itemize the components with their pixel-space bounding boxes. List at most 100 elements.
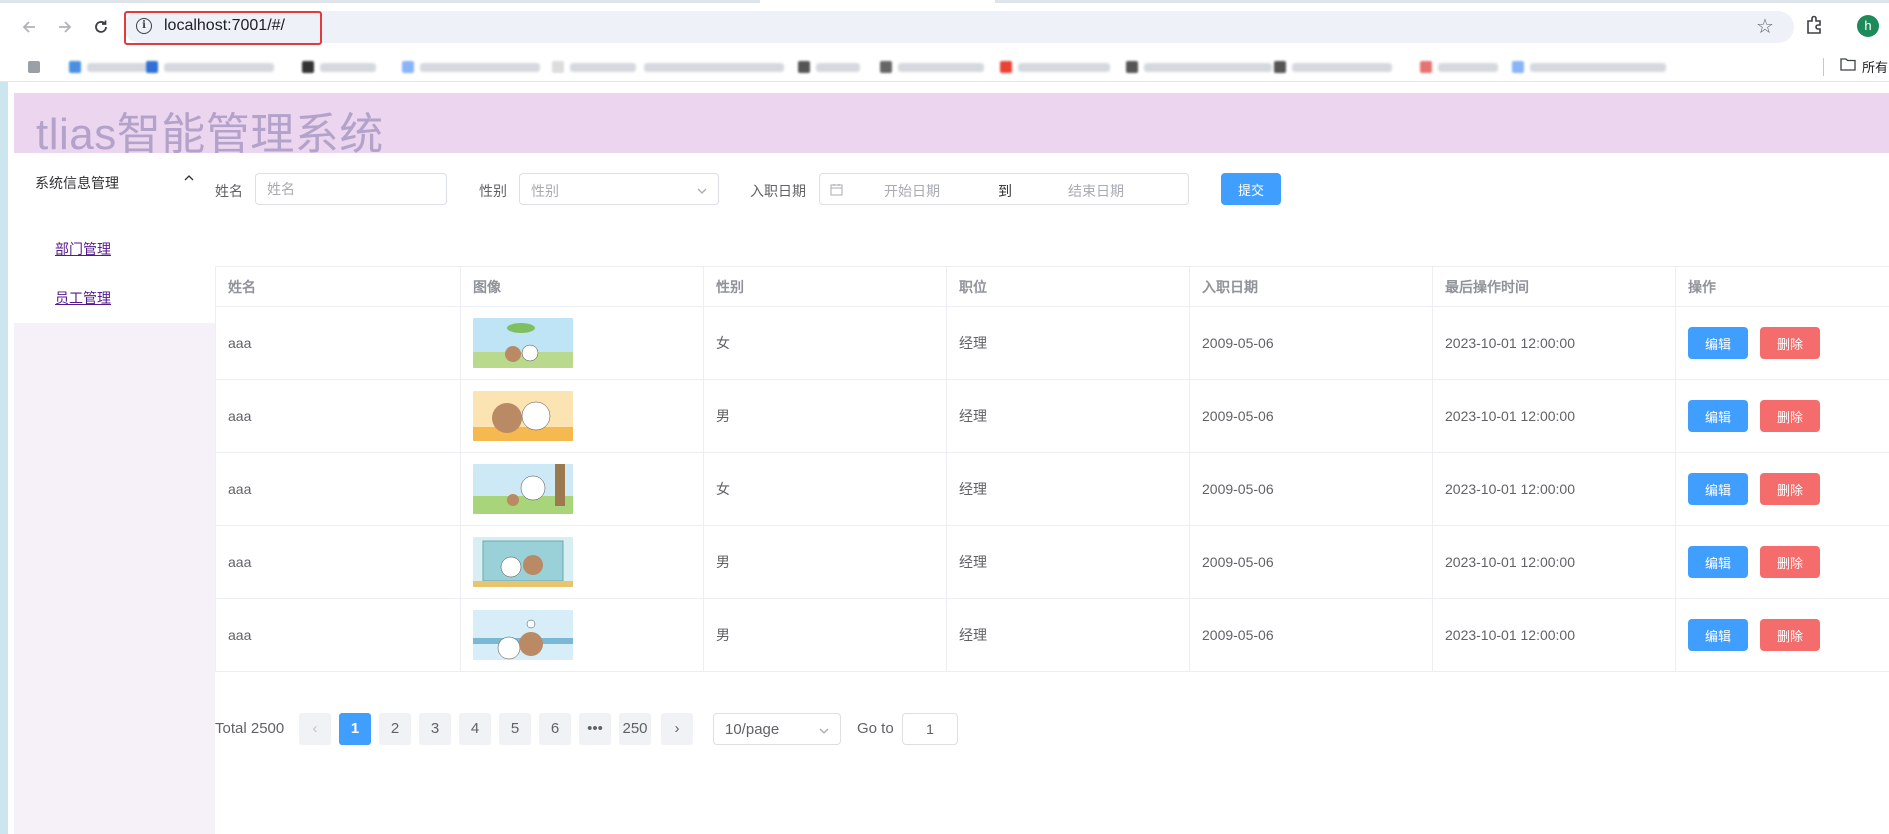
submit-button[interactable]: 提交	[1221, 173, 1281, 205]
cell-actions: 编辑 删除	[1675, 452, 1889, 526]
bookmark-item[interactable]	[69, 61, 147, 73]
page-size-select[interactable]: 10/page	[713, 713, 841, 745]
submenu-title[interactable]: 系统信息管理	[35, 173, 119, 193]
page-size-value: 10/page	[725, 721, 780, 738]
url-text[interactable]: localhost:7001/#/	[164, 17, 285, 35]
cell-job: 经理	[946, 306, 1190, 380]
table-row: aaa 男 经理 2009-05-06 2023-10-01 12:00:00 …	[215, 598, 1889, 672]
sidebar-item-dept[interactable]: 部门管理	[55, 239, 111, 259]
forward-icon[interactable]	[52, 14, 78, 40]
cell-actions: 编辑 删除	[1675, 306, 1889, 380]
cell-update-time: 2023-10-01 12:00:00	[1432, 525, 1676, 599]
cell-image	[460, 525, 704, 599]
table-row: aaa 男 经理 2009-05-06 2023-10-01 12:00:00 …	[215, 379, 1889, 453]
edit-button[interactable]: 编辑	[1688, 473, 1748, 505]
folder-icon[interactable]	[1840, 57, 1856, 71]
chevron-up-icon[interactable]	[182, 171, 196, 185]
cell-update-time: 2023-10-01 12:00:00	[1432, 452, 1676, 526]
name-field[interactable]	[255, 173, 447, 205]
bookmark-item[interactable]	[1126, 61, 1272, 73]
cell-image	[460, 452, 704, 526]
column-header-gender: 性别	[703, 266, 947, 307]
table-row: aaa 男 经理 2009-05-06 2023-10-01 12:00:00 …	[215, 525, 1889, 599]
page-button[interactable]: 250	[619, 713, 651, 745]
delete-button[interactable]: 删除	[1760, 400, 1820, 432]
cell-name: aaa	[215, 598, 461, 672]
more-pages-button[interactable]: •••	[579, 713, 611, 745]
edit-button[interactable]: 编辑	[1688, 619, 1748, 651]
page-button[interactable]: 6	[539, 713, 571, 745]
edit-button[interactable]: 编辑	[1688, 400, 1748, 432]
bookmarks-divider	[1823, 58, 1824, 76]
cell-update-time: 2023-10-01 12:00:00	[1432, 306, 1676, 380]
page-button[interactable]: 4	[459, 713, 491, 745]
prev-page-button[interactable]: ‹	[299, 713, 331, 745]
end-date-input[interactable]: 结束日期	[1068, 181, 1124, 201]
bookmark-item[interactable]	[28, 61, 40, 73]
cell-job: 经理	[946, 525, 1190, 599]
avatar-thumbnail	[473, 318, 573, 368]
date-range-picker[interactable]: 开始日期 到 结束日期	[819, 173, 1189, 205]
cell-actions: 编辑 删除	[1675, 525, 1889, 599]
all-bookmarks-label[interactable]: 所有	[1862, 57, 1888, 76]
bookmark-item[interactable]	[1000, 61, 1110, 73]
bookmark-item[interactable]	[880, 61, 984, 73]
site-info-icon[interactable]: i	[136, 18, 152, 34]
page-button[interactable]: 5	[499, 713, 531, 745]
entry-date-label: 入职日期	[750, 183, 806, 199]
cell-actions: 编辑 删除	[1675, 379, 1889, 453]
cell-name: aaa	[215, 525, 461, 599]
cell-name: aaa	[215, 306, 461, 380]
gender-label: 性别	[479, 183, 507, 199]
sidebar-item-emp[interactable]: 员工管理	[55, 288, 111, 308]
start-date-input[interactable]: 开始日期	[884, 181, 940, 201]
delete-button[interactable]: 删除	[1760, 546, 1820, 578]
cell-entry-date: 2009-05-06	[1189, 598, 1433, 672]
reload-icon[interactable]	[88, 14, 114, 40]
gender-select[interactable]: 性别	[519, 173, 719, 205]
delete-button[interactable]: 删除	[1760, 327, 1820, 359]
edit-button[interactable]: 编辑	[1688, 327, 1748, 359]
extensions-icon[interactable]	[1804, 14, 1826, 36]
bookmark-item[interactable]	[644, 61, 784, 73]
cell-image	[460, 306, 704, 380]
goto-label: Go to	[857, 720, 894, 737]
goto-page-input[interactable]: 1	[902, 713, 958, 745]
column-header-name: 姓名	[215, 266, 461, 307]
column-header-image: 图像	[460, 266, 704, 307]
delete-button[interactable]: 删除	[1760, 619, 1820, 651]
column-header-entry-date: 入职日期	[1189, 266, 1433, 307]
bookmark-item[interactable]	[146, 61, 274, 73]
bookmark-item[interactable]	[1274, 61, 1392, 73]
page-button[interactable]: 1	[339, 713, 371, 745]
next-page-button[interactable]: ›	[661, 713, 693, 745]
edit-button[interactable]: 编辑	[1688, 546, 1748, 578]
bookmark-star-icon[interactable]: ☆	[1756, 14, 1774, 39]
column-header-actions: 操作	[1675, 266, 1889, 307]
bookmark-item[interactable]	[552, 61, 636, 73]
bookmark-item[interactable]	[798, 61, 860, 73]
page-button[interactable]: 3	[419, 713, 451, 745]
chevron-down-icon	[696, 184, 708, 196]
page-button[interactable]: 2	[379, 713, 411, 745]
cell-job: 经理	[946, 598, 1190, 672]
column-header-job: 职位	[946, 266, 1190, 307]
gender-placeholder: 性别	[531, 183, 559, 199]
browser-toolbar: i localhost:7001/#/ ☆ h	[0, 0, 1889, 52]
back-icon[interactable]	[16, 14, 42, 40]
sidebar-menu: 系统信息管理 部门管理 员工管理	[14, 153, 215, 323]
bookmark-item[interactable]	[1512, 61, 1666, 73]
profile-avatar[interactable]: h	[1857, 15, 1879, 37]
address-bar[interactable]	[124, 11, 1794, 43]
tab-strip-edge	[0, 0, 760, 3]
table-row: aaa 女 经理 2009-05-06 2023-10-01 12:00:00 …	[215, 452, 1889, 526]
name-input[interactable]	[256, 174, 446, 204]
bookmark-item[interactable]	[402, 61, 540, 73]
cell-name: aaa	[215, 452, 461, 526]
cell-gender: 男	[703, 525, 947, 599]
delete-button[interactable]: 删除	[1760, 473, 1820, 505]
bookmark-item[interactable]	[1420, 61, 1498, 73]
avatar-thumbnail	[473, 537, 573, 587]
sidebar: 系统信息管理 部门管理 员工管理	[14, 153, 215, 834]
bookmark-item[interactable]	[302, 61, 376, 73]
